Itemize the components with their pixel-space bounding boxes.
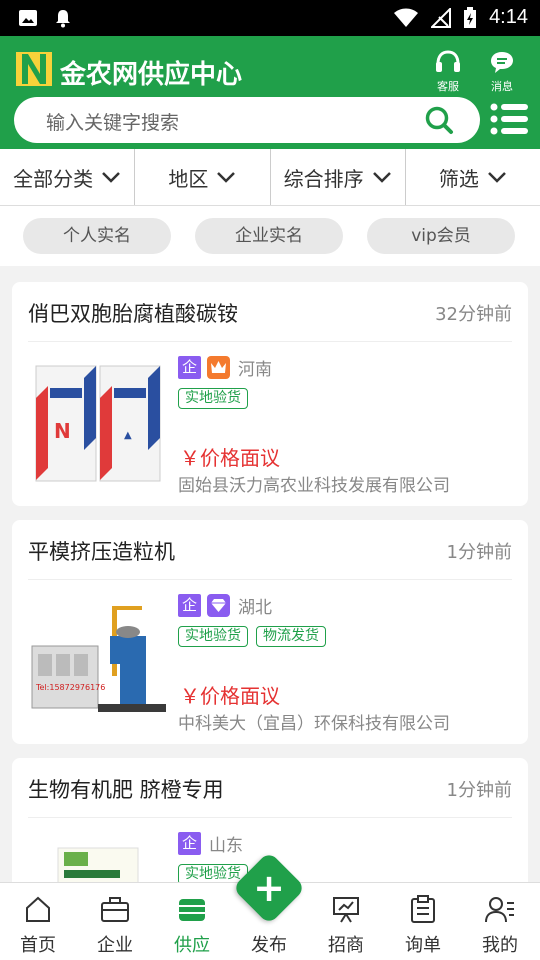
divider — [28, 817, 512, 818]
verification-tag-row: 个人实名 企业实名 vip会员 — [0, 206, 540, 266]
nav-supply-label: 供应 — [174, 935, 210, 956]
crown-icon — [207, 356, 230, 379]
app-header: 金农网供应中心 客服 消息 输入关键字搜索 — [0, 36, 540, 149]
filter-category-label: 全部分类 — [13, 166, 94, 191]
briefcase-icon — [101, 897, 129, 922]
nav-profile-label: 我的 — [482, 935, 518, 956]
list-view-icon[interactable] — [490, 102, 528, 136]
tag-enterprise-verified[interactable]: 企业实名 — [195, 218, 343, 254]
filter-category[interactable]: 全部分类 — [0, 149, 136, 205]
battery-charging-icon — [464, 6, 477, 28]
listing-company: 固始县沃力高农业科技发展有限公司 — [178, 476, 450, 496]
listing-region: 河南 — [238, 360, 272, 380]
filter-sort[interactable]: 综合排序 — [271, 149, 406, 205]
search-input[interactable]: 输入关键字搜索 — [14, 97, 480, 143]
messages-label: 消息 — [491, 80, 513, 93]
nav-investment-label: 招商 — [328, 935, 364, 956]
chat-bubble-icon — [491, 52, 513, 73]
tag-personal-verified[interactable]: 个人实名 — [23, 218, 171, 254]
listing-region: 山东 — [209, 836, 243, 856]
enterprise-badge: 企 — [178, 832, 201, 855]
app-title: 金农网供应中心 — [60, 60, 243, 90]
enterprise-badge: 企 — [178, 356, 201, 379]
listing-meta: 企 湖北 — [178, 593, 272, 618]
clock: 4:14 — [489, 6, 528, 28]
profile-icon — [485, 897, 514, 923]
headset-icon — [436, 50, 460, 72]
search-placeholder: 输入关键字搜索 — [46, 112, 180, 134]
clipboard-icon — [411, 895, 435, 923]
nav-inquiry[interactable]: 询单 — [393, 889, 453, 957]
tag-vip-member[interactable]: vip会员 — [367, 218, 515, 254]
filter-bar: 全部分类 地区 综合排序 筛选 — [0, 149, 540, 206]
chip-logistics-shipping: 物流发货 — [256, 626, 326, 647]
filter-region-label: 地区 — [168, 166, 209, 191]
listing-title: 俏巴双胞胎腐植酸碳铵 — [28, 302, 238, 326]
status-bar: 4:14 — [0, 0, 540, 36]
listing-price: ￥价格面议 — [180, 446, 280, 470]
nav-home-label: 首页 — [20, 935, 56, 956]
listing-meta: 企 山东 — [178, 831, 243, 856]
svg-text:▲: ▲ — [124, 430, 132, 441]
listing-time: 1分钟前 — [446, 780, 512, 801]
product-image-pellet-machine: Tel:15872976176 — [28, 596, 168, 726]
nav-investment[interactable]: 招商 — [316, 889, 376, 957]
diamond-icon — [207, 594, 230, 617]
listing-meta: 企 河南 — [178, 355, 272, 380]
nav-publish-label: 发布 — [251, 935, 287, 956]
chevron-down-icon — [102, 172, 121, 183]
search-icon[interactable] — [424, 105, 454, 135]
home-icon — [26, 896, 50, 922]
listing-card[interactable]: 平模挤压造粒机 1分钟前 Tel:15872976176 企 湖北 实地验货 物… — [12, 520, 528, 744]
messages-button[interactable]: 消息 — [478, 50, 526, 94]
svg-text:Tel:15872976176: Tel:15872976176 — [35, 683, 105, 692]
product-image-fertilizer-bags: N ▲ — [28, 358, 168, 488]
filter-sort-label: 综合排序 — [283, 166, 364, 191]
filter-region[interactable]: 地区 — [135, 149, 271, 205]
service-chips: 实地验货 物流发货 — [178, 626, 326, 647]
investment-icon — [333, 897, 359, 923]
divider — [28, 341, 512, 342]
listing-card[interactable]: 俏巴双胞胎腐植酸碳铵 32分钟前 N ▲ 企 河南 实地验货 ￥价格面议 固始县… — [12, 282, 528, 506]
divider — [28, 579, 512, 580]
supply-icon — [179, 899, 205, 921]
filter-screen-label: 筛选 — [438, 166, 479, 191]
nav-home[interactable]: 首页 — [8, 889, 68, 957]
chip-onsite-inspection: 实地验货 — [178, 388, 248, 409]
customer-service-label: 客服 — [437, 80, 459, 93]
listing-title: 平模挤压造粒机 — [28, 540, 175, 564]
filter-screen[interactable]: 筛选 — [406, 149, 540, 205]
service-chips: 实地验货 — [178, 388, 248, 409]
nav-enterprise[interactable]: 企业 — [85, 889, 145, 957]
listing-company: 中科美大（宜昌）环保科技有限公司 — [178, 714, 450, 734]
chip-onsite-inspection: 实地验货 — [178, 626, 248, 647]
gallery-icon — [19, 10, 37, 26]
listing-region: 湖北 — [238, 598, 272, 618]
nav-profile[interactable]: 我的 — [470, 889, 530, 957]
chevron-down-icon — [372, 172, 391, 183]
listing-title: 生物有机肥 脐橙专用 — [28, 778, 224, 802]
wifi-icon — [394, 8, 419, 27]
nav-inquiry-label: 询单 — [405, 935, 441, 956]
plus-icon[interactable]: + — [243, 862, 295, 914]
chevron-down-icon — [487, 172, 506, 183]
listing-price: ￥价格面议 — [180, 684, 280, 708]
app-logo-icon — [16, 52, 52, 86]
notification-bell-icon — [56, 10, 70, 28]
listing-time: 1分钟前 — [446, 542, 512, 563]
nav-supply[interactable]: 供应 — [162, 889, 222, 957]
listing-time: 32分钟前 — [435, 304, 512, 325]
svg-text:N: N — [54, 419, 71, 443]
enterprise-badge: 企 — [178, 594, 201, 617]
chevron-down-icon — [217, 172, 236, 183]
no-signal-icon — [431, 7, 452, 28]
customer-service-button[interactable]: 客服 — [424, 50, 472, 94]
nav-enterprise-label: 企业 — [97, 935, 133, 956]
